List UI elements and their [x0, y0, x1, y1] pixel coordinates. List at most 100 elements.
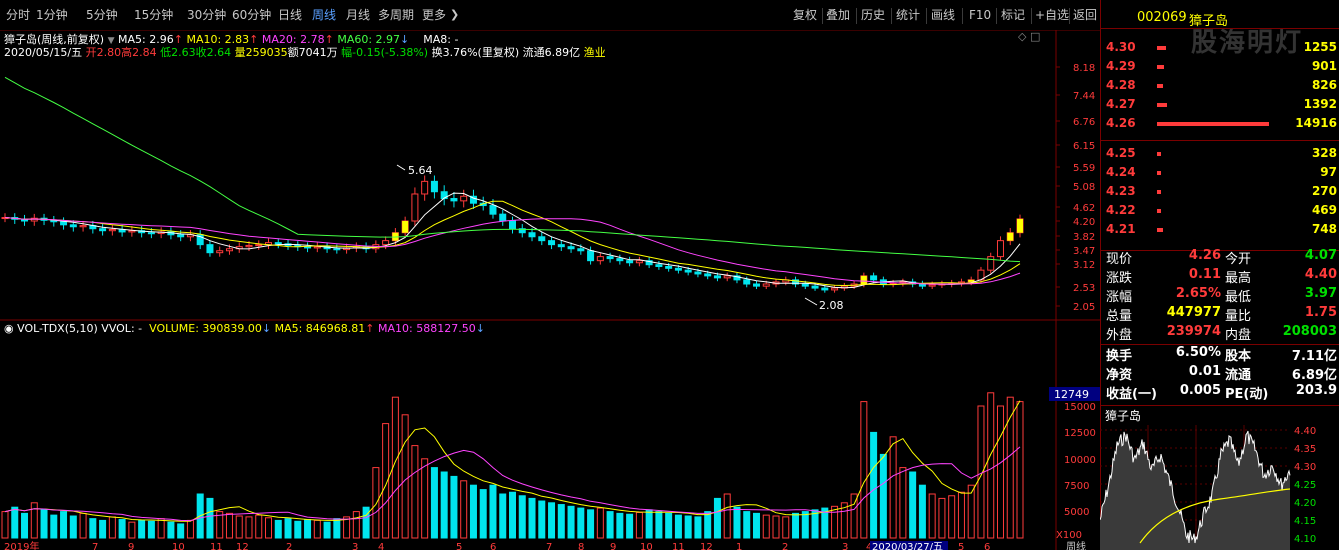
candle: [50, 215, 58, 227]
order-volume-bar: [1157, 190, 1161, 194]
candle: [30, 213, 38, 226]
volume-bar: [694, 516, 702, 539]
stat-label: 净资: [1106, 368, 1133, 383]
candle: [196, 230, 204, 250]
price-tick: 4.20: [1073, 217, 1095, 228]
volume-bar: [713, 497, 721, 539]
date-tick: 11: [210, 542, 223, 550]
order-price[interactable]: 4.30: [1106, 40, 1136, 54]
date-tick: 12: [700, 542, 713, 550]
volume-bar: [538, 500, 546, 539]
order-price[interactable]: 4.21: [1106, 222, 1136, 236]
order-price[interactable]: 4.29: [1106, 59, 1136, 73]
order-price[interactable]: 4.24: [1106, 165, 1136, 179]
volume-bar: [430, 467, 438, 539]
mini-price-tick: 4.25: [1294, 480, 1316, 491]
volume-bar: [889, 436, 897, 539]
high-label: 5.64: [408, 164, 433, 177]
candle: [108, 224, 116, 236]
candle: [352, 242, 360, 253]
order-price[interactable]: 4.25: [1106, 146, 1136, 160]
order-volume: 1392: [1303, 97, 1337, 111]
order-volume: 826: [1311, 78, 1337, 92]
volume-bar: [40, 509, 48, 539]
date-tick: 10: [640, 542, 653, 550]
order-price[interactable]: 4.23: [1106, 184, 1136, 198]
date-tick: 1: [736, 542, 742, 550]
volume-bar: [421, 458, 429, 539]
volume-bar: [21, 512, 29, 539]
price-tick: 2.05: [1073, 302, 1095, 313]
intraday-mini-chart[interactable]: 4.40 4.35 4.30 4.25 4.20 4.15 4.10: [1100, 425, 1339, 550]
stat-label: 今开: [1225, 252, 1252, 267]
order-price[interactable]: 4.26: [1106, 116, 1136, 130]
volume-bar: [1016, 401, 1024, 539]
candle: [21, 214, 29, 226]
price-tick: 6.76: [1073, 117, 1095, 128]
order-volume: 901: [1311, 59, 1337, 73]
volume-bar: [870, 431, 878, 539]
price-tick: 8.18: [1073, 63, 1095, 74]
stat-value: 4.07: [1304, 248, 1337, 263]
date-tick: 2: [286, 542, 292, 550]
volume-bar: [899, 467, 907, 539]
stat-label: 收益(一): [1106, 387, 1157, 402]
volume-bar: [587, 509, 595, 539]
mini-price-tick: 4.35: [1294, 444, 1316, 455]
candle-highlight: [1017, 218, 1023, 233]
volume-bar: [909, 471, 917, 539]
price-tick: 3.12: [1073, 260, 1095, 271]
price-tick: 2.53: [1073, 283, 1095, 294]
volume-bar: [831, 505, 839, 539]
candle: [216, 246, 224, 257]
candle: [99, 224, 107, 236]
volume-bar: [528, 497, 536, 539]
candle: [469, 189, 477, 209]
divider: [1100, 28, 1339, 29]
candle-highlight: [402, 221, 409, 233]
stat-label: 总量: [1106, 309, 1133, 324]
volume-bar: [118, 519, 126, 539]
volume-bar: [313, 519, 321, 539]
volume-bar: [762, 514, 770, 539]
order-volume-bar: [1157, 65, 1164, 69]
date-tick: 12: [236, 542, 249, 550]
vol-unit-label: X100: [1056, 530, 1082, 541]
volume-bar: [626, 513, 634, 539]
order-price[interactable]: 4.28: [1106, 78, 1136, 92]
volume-bar: [987, 392, 995, 539]
volume-bar: [167, 521, 175, 539]
candle: [421, 175, 429, 201]
date-tick: 7: [546, 542, 552, 550]
volume-bar: [255, 514, 263, 539]
volume-bar: [801, 511, 809, 539]
volume-bar: [928, 493, 936, 539]
order-price[interactable]: 4.27: [1106, 97, 1136, 111]
date-tick: 5: [958, 542, 964, 550]
stat-value: 2.65%: [1175, 286, 1221, 301]
order-volume: 14916: [1295, 116, 1337, 130]
volume-bar: [372, 467, 380, 539]
order-volume-bar: [1157, 46, 1166, 50]
volume-bar: [304, 519, 312, 539]
candle: [235, 242, 243, 253]
volume-bar: [440, 471, 448, 539]
mini-price-tick: 4.15: [1294, 516, 1316, 527]
date-tick: 3: [352, 542, 358, 550]
candle: [440, 185, 448, 206]
candle: [752, 280, 760, 290]
volume-bar: [879, 453, 887, 539]
candle: [831, 285, 839, 293]
order-price[interactable]: 4.22: [1106, 203, 1136, 217]
volume-bar: [782, 516, 790, 539]
volume-bar: [567, 505, 575, 539]
candle: [265, 238, 273, 250]
volume-bar: [469, 484, 477, 539]
volume-tick: 10000: [1064, 455, 1096, 466]
volume-bar: [284, 518, 292, 539]
mini-price-tick: 4.10: [1294, 534, 1316, 545]
volume-bar: [450, 475, 458, 539]
volume-bar: [265, 517, 273, 539]
volume-bar: [518, 495, 526, 539]
candlestick-chart[interactable]: 8.18 7.44 6.76 6.15 5.59 5.08 4.62 4.20 3.82 3.47…: [0, 0, 1100, 550]
